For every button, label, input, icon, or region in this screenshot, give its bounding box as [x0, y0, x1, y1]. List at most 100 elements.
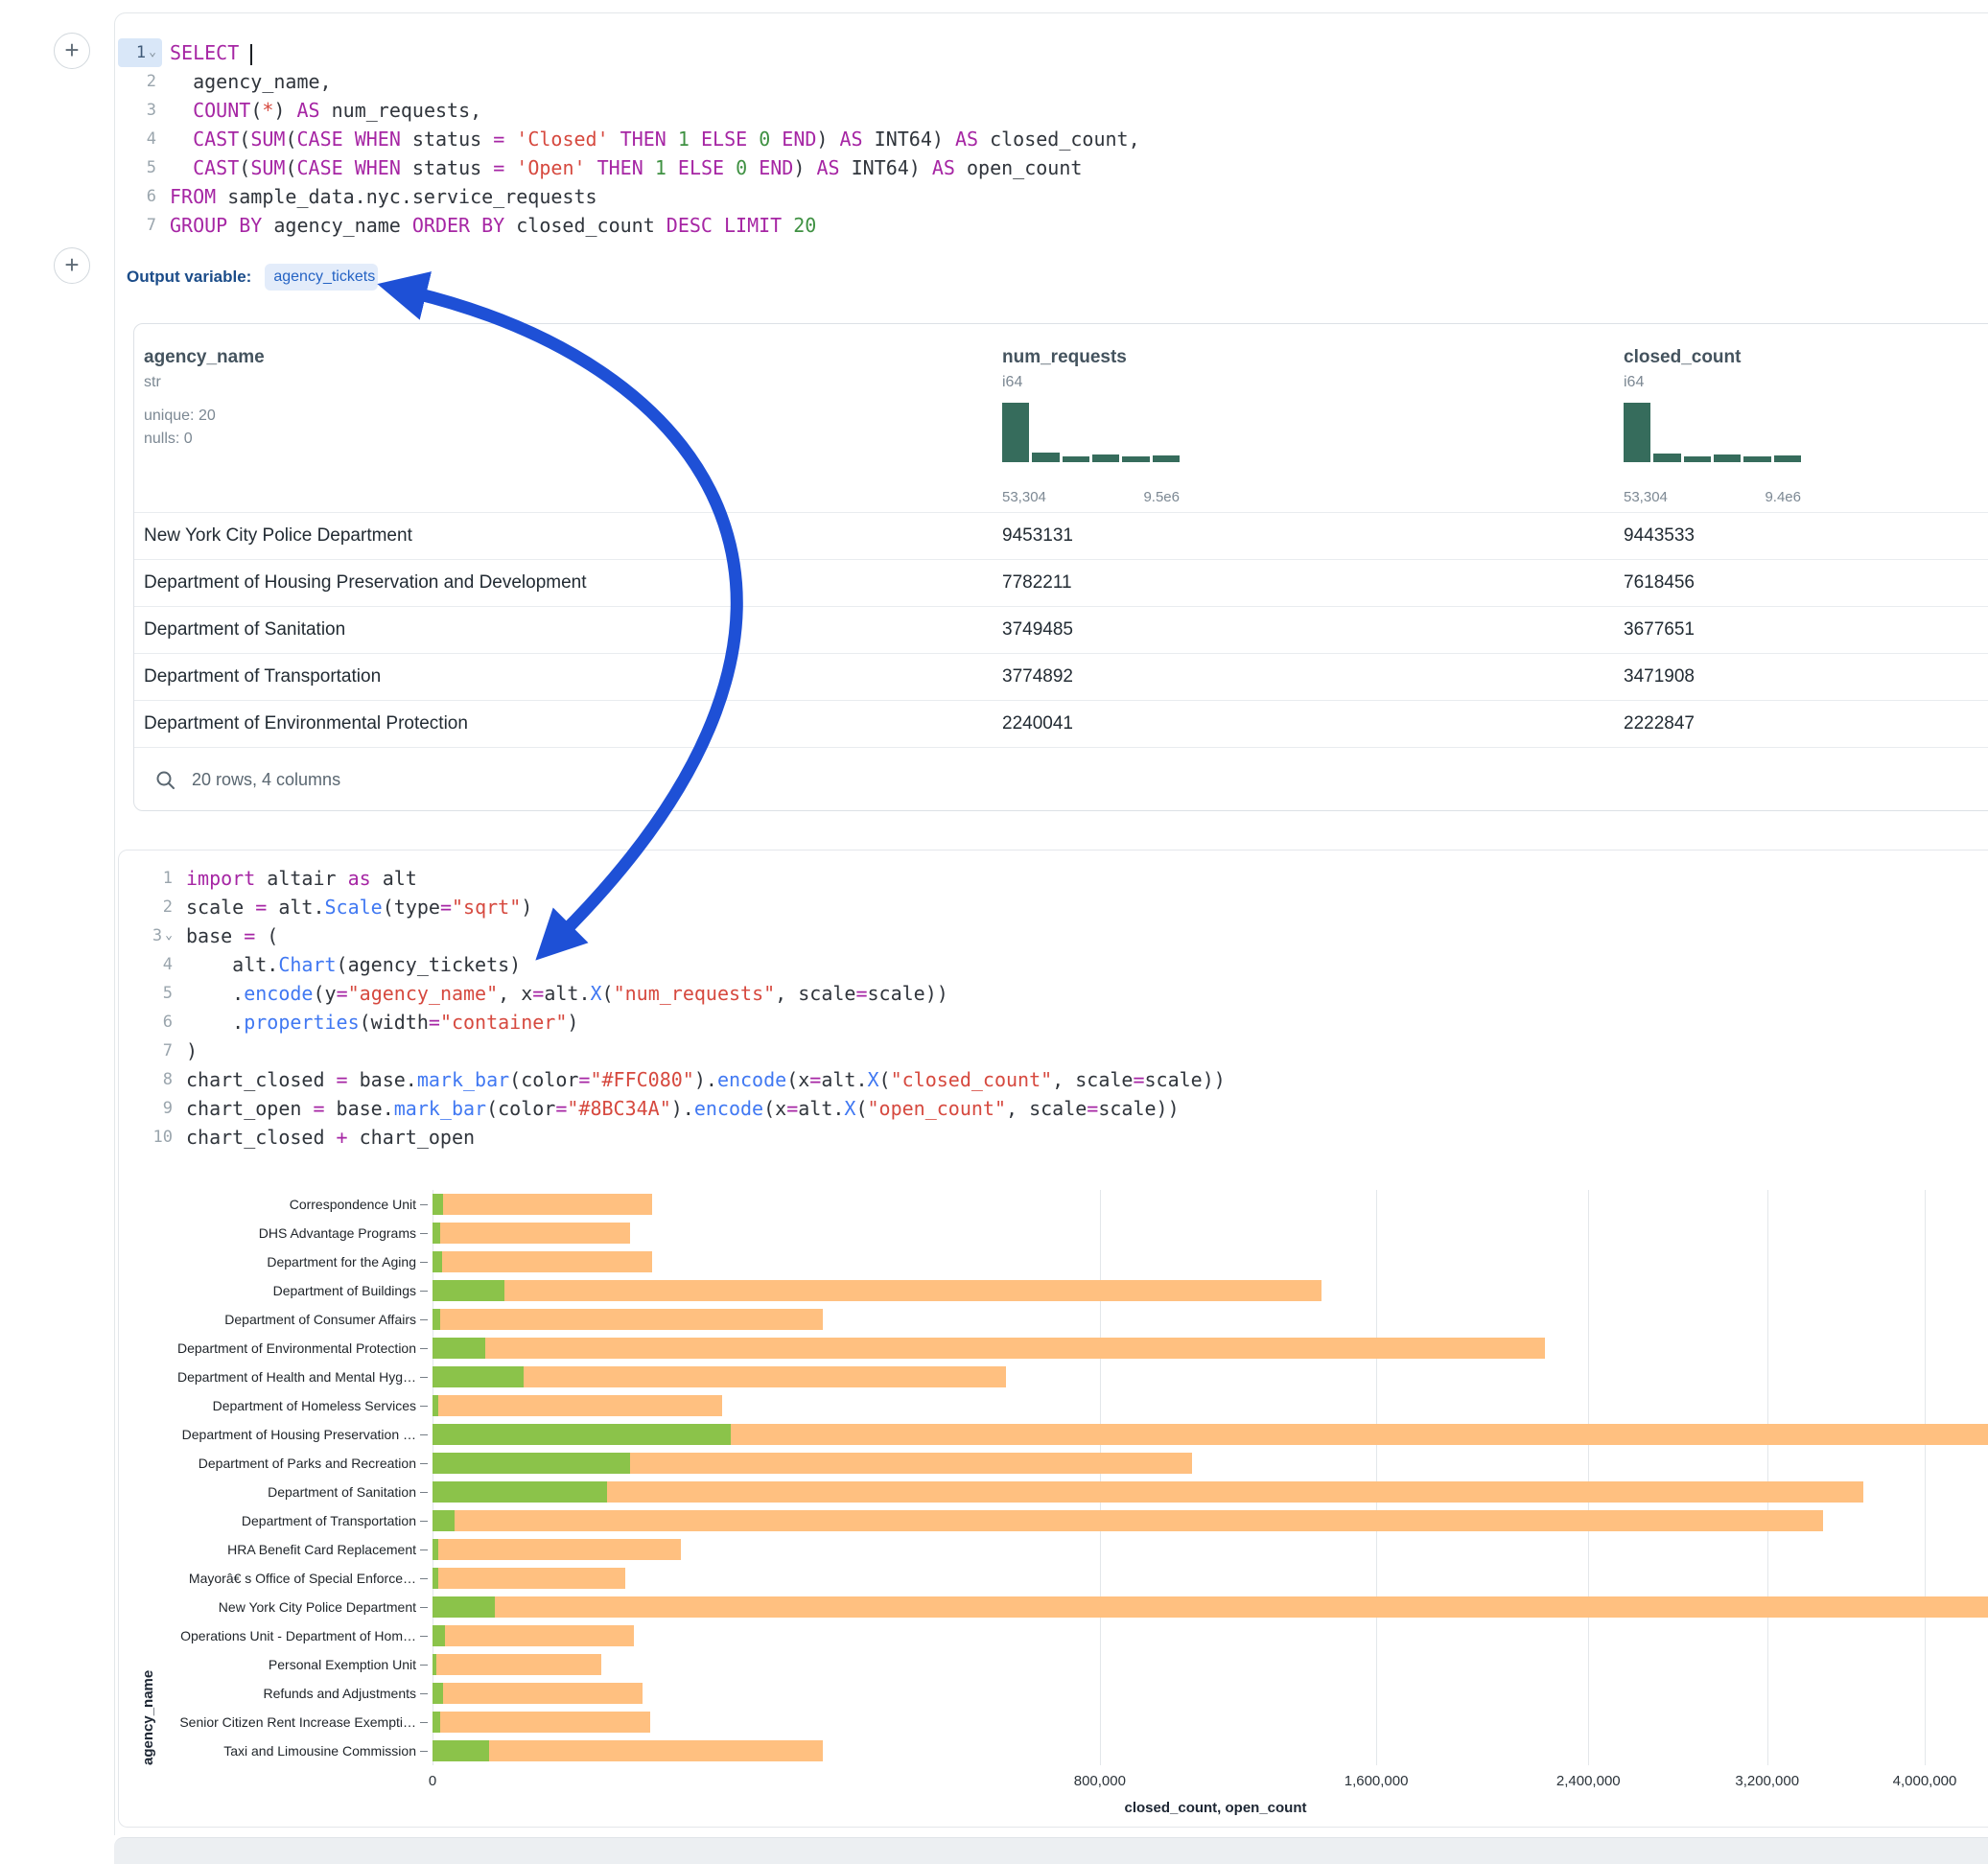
code-token: status: [401, 128, 493, 151]
column-header-num_requests[interactable]: num_requestsi6453,3049.5e6: [1002, 347, 1597, 510]
fold-caret-icon[interactable]: ⌄: [149, 38, 156, 67]
code-token: =: [786, 1097, 798, 1120]
table-cell: 3749485: [1002, 607, 1073, 653]
x-axis-tick-label: 3,200,000: [1735, 1773, 1799, 1789]
code-line[interactable]: 7GROUP BY agency_name ORDER BY closed_co…: [118, 211, 1844, 240]
code-token: THEN: [597, 156, 643, 179]
code-line[interactable]: 2 agency_name,: [118, 67, 1844, 96]
line-number-text: 2: [163, 893, 173, 921]
code-text: alt.Chart(agency_tickets): [178, 950, 521, 979]
code-line[interactable]: 4 alt.Chart(agency_tickets): [134, 950, 1860, 979]
closed-count-bar: [433, 1539, 681, 1560]
code-line[interactable]: 5 CAST(SUM(CASE WHEN status = 'Open' THE…: [118, 153, 1844, 182]
code-token: =: [1087, 1097, 1098, 1120]
chart-gridline: [1100, 1190, 1101, 1765]
code-token: SELECT: [170, 41, 239, 64]
code-text: scale = alt.Scale(type="sqrt"): [178, 893, 532, 921]
code-token: AS: [840, 128, 863, 151]
line-number-text: 6: [147, 182, 156, 211]
line-number: 2: [134, 893, 178, 921]
code-token: [170, 156, 193, 179]
code-token: CASE: [296, 156, 342, 179]
code-line[interactable]: 3 COUNT(*) AS num_requests,: [118, 96, 1844, 125]
table-cell: 7782211: [1002, 560, 1072, 606]
code-line[interactable]: 6FROM sample_data.nyc.service_requests: [118, 182, 1844, 211]
line-number-text: 2: [147, 67, 156, 96]
table-row[interactable]: Department of Housing Preservation and D…: [134, 559, 1988, 606]
code-line[interactable]: 4 CAST(SUM(CASE WHEN status = 'Closed' T…: [118, 125, 1844, 153]
code-line[interactable]: 1⌄ SELECT: [118, 38, 1844, 67]
code-line[interactable]: 7): [134, 1037, 1860, 1065]
code-token: scale: [186, 896, 255, 919]
code-token: THEN: [620, 128, 667, 151]
code-line[interactable]: 2scale = alt.Scale(type="sqrt"): [134, 893, 1860, 921]
code-token: ): [521, 896, 532, 919]
code-line[interactable]: 6 .properties(width="container"): [134, 1008, 1860, 1037]
sql-cell[interactable]: 1⌄ SELECT 2 agency_name,3 COUNT(*) AS num…: [118, 38, 1844, 240]
histogram-bar: [1624, 403, 1650, 462]
fold-caret-icon[interactable]: ⌄: [165, 921, 173, 950]
code-text: chart_closed = base.mark_bar(color="#FFC…: [178, 1065, 1226, 1094]
table-body: New York City Police Department945313194…: [134, 512, 1988, 747]
code-token: =: [493, 156, 504, 179]
python-cell[interactable]: 1import altair as alt2scale = alt.Scale(…: [134, 864, 1860, 1152]
code-token: =: [532, 982, 544, 1005]
code-token: , scale: [1006, 1097, 1087, 1120]
line-number-text: 3: [152, 921, 162, 950]
code-token: alt.: [544, 982, 590, 1005]
code-token: encode: [717, 1068, 786, 1091]
code-token: [239, 41, 250, 64]
column-header-closed_count[interactable]: closed_counti6453,3049.4e6: [1624, 347, 1988, 510]
y-axis-tick: [420, 1665, 428, 1666]
code-token: .: [186, 982, 244, 1005]
x-axis-title: closed_count, open_count: [433, 1800, 1988, 1816]
code-token: [667, 128, 678, 151]
code-token: (: [250, 99, 262, 122]
table-cell: New York City Police Department: [144, 513, 412, 559]
line-number: 1⌄: [118, 38, 162, 67]
code-token: closed_count: [504, 214, 667, 237]
code-token: AS: [816, 156, 839, 179]
histogram-bar: [1774, 455, 1801, 462]
code-line[interactable]: 10chart_closed + chart_open: [134, 1123, 1860, 1152]
notebook-page: + + 1⌄SELECT 2 agency_name,3 COUNT(*) AS…: [0, 0, 1988, 1864]
code-token: agency_name: [262, 214, 412, 237]
code-token: (type: [383, 896, 440, 919]
code-token: 'Closed': [516, 128, 608, 151]
closed-count-bar: [433, 1568, 625, 1589]
add-cell-button-top[interactable]: +: [54, 33, 90, 69]
code-token: (width: [360, 1011, 429, 1034]
line-number-text: 1: [136, 38, 146, 67]
code-token: (: [855, 1097, 867, 1120]
code-token: [504, 128, 516, 151]
code-text: import altair as alt: [178, 864, 417, 893]
table-row[interactable]: Department of Environmental Protection22…: [134, 700, 1988, 747]
open-count-bar: [433, 1395, 438, 1416]
closed-count-bar: [433, 1194, 652, 1215]
closed-count-bar: [433, 1395, 722, 1416]
table-row[interactable]: Department of Transportation377489234719…: [134, 653, 1988, 700]
table-row[interactable]: New York City Police Department945313194…: [134, 512, 1988, 559]
y-axis-label: Refunds and Adjustments: [119, 1679, 416, 1708]
output-variable-chip[interactable]: agency_tickets: [265, 264, 378, 291]
code-line[interactable]: 1import altair as alt: [134, 864, 1860, 893]
line-number-text: 9: [163, 1094, 173, 1123]
y-axis-label: Department of Sanitation: [119, 1478, 416, 1506]
table-cell: 9443533: [1624, 513, 1695, 559]
code-line[interactable]: 5 .encode(y="agency_name", x=alt.X("num_…: [134, 979, 1860, 1008]
line-number-text: 7: [147, 211, 156, 240]
y-axis-label: Personal Exemption Unit: [119, 1650, 416, 1679]
column-header-agency_name[interactable]: agency_namestrunique: 20nulls: 0: [144, 347, 738, 510]
code-token: ): [273, 99, 296, 122]
chart-gridline: [1588, 1190, 1589, 1765]
search-icon[interactable]: [155, 770, 176, 791]
code-line[interactable]: 8chart_closed = base.mark_bar(color="#FF…: [134, 1065, 1860, 1094]
code-line[interactable]: 3⌄base = (: [134, 921, 1860, 950]
table-row[interactable]: Department of Sanitation37494853677651: [134, 606, 1988, 653]
add-cell-button-middle[interactable]: +: [54, 247, 90, 284]
code-line[interactable]: 9chart_open = base.mark_bar(color="#8BC3…: [134, 1094, 1860, 1123]
table-header: agency_namestrunique: 20nulls: 0 num_requ…: [134, 324, 1988, 512]
code-token: COUNT: [193, 99, 250, 122]
code-text: chart_closed + chart_open: [178, 1123, 475, 1152]
y-axis-tick: [420, 1636, 428, 1637]
